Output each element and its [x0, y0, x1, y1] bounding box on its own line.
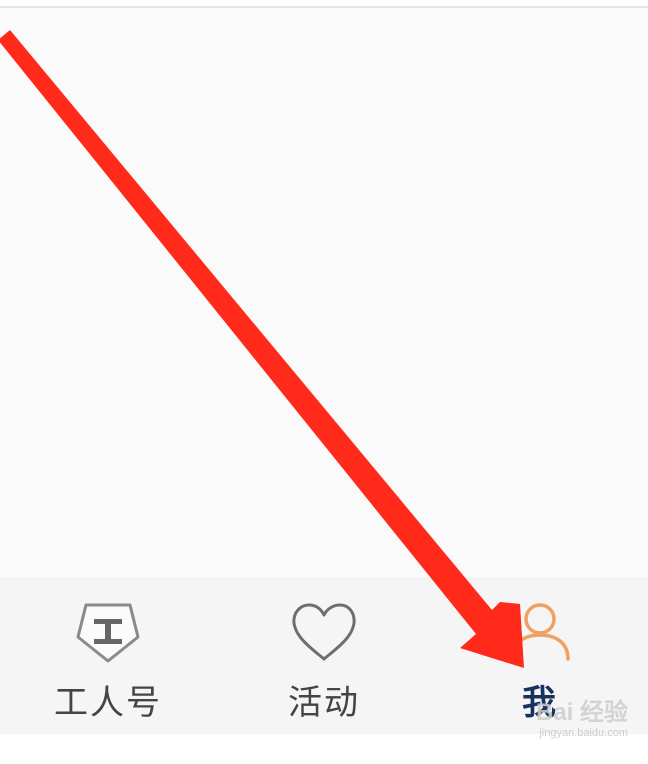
person-outline-icon	[510, 603, 570, 661]
baidu-jingyan-watermark: Bai 经验 jingyan.baidu.com	[498, 700, 628, 752]
watermark-main-text: Bai 经验	[535, 699, 628, 726]
tab-activity[interactable]: 活动	[216, 579, 432, 735]
heart-outline-icon	[292, 603, 356, 661]
watermark-url-text: jingyan.baidu.com	[539, 727, 628, 739]
tab-gongrenhao[interactable]: 工人号	[0, 579, 216, 735]
content-area	[0, 8, 648, 578]
gongrenhao-pentagon-icon	[76, 603, 140, 663]
tab-label-gongrenhao: 工人号	[54, 683, 162, 723]
tab-label-activity: 活动	[288, 683, 360, 723]
